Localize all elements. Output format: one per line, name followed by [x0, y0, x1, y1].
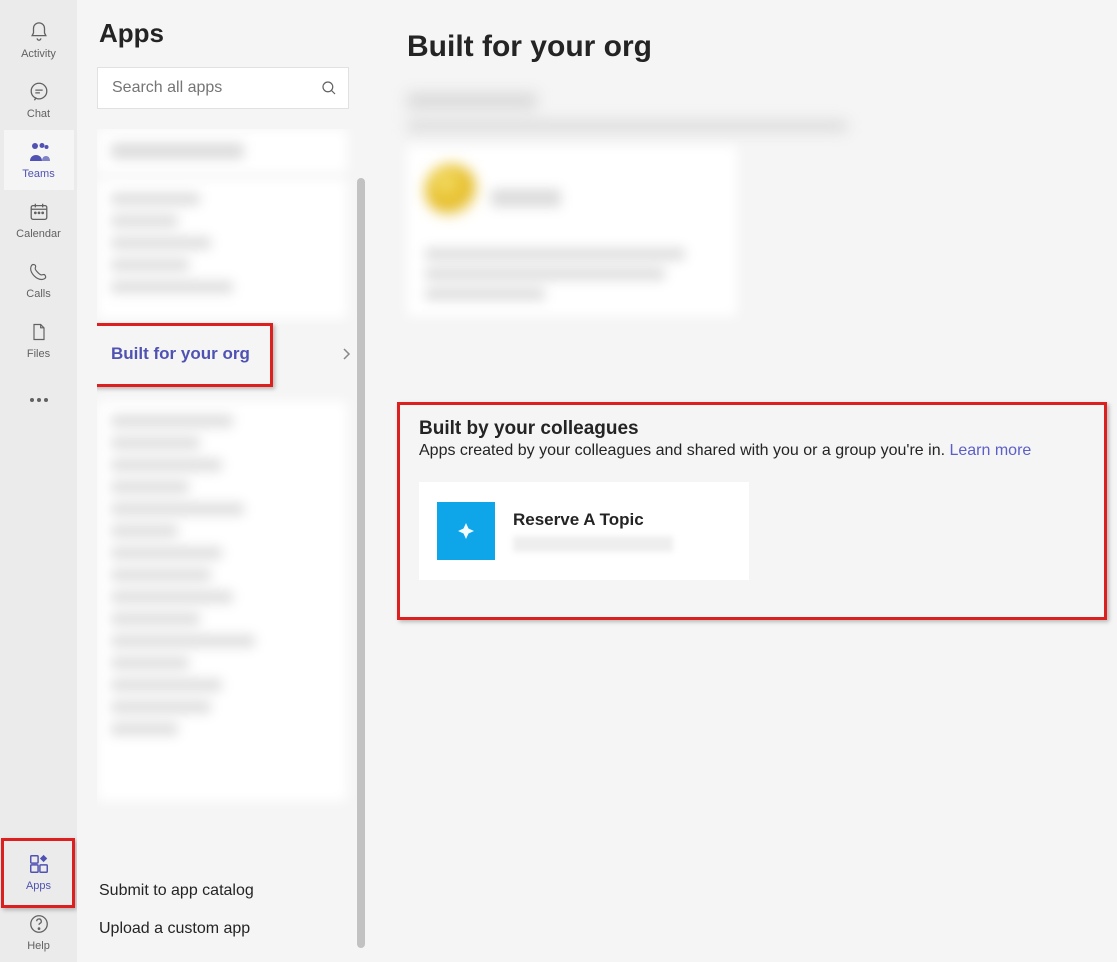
more-icon: [27, 388, 51, 412]
learn-more-link[interactable]: Learn more: [949, 442, 1031, 459]
chevron-right-icon: [341, 347, 351, 361]
apps-left-panel: Apps Built for your org: [77, 0, 367, 962]
app-name: Reserve A Topic: [513, 510, 673, 530]
bottom-actions: Submit to app catalog Upload a custom ap…: [97, 854, 367, 948]
section-subtitle: Apps created by your colleagues and shar…: [419, 442, 1095, 460]
file-icon: [27, 320, 51, 344]
scrollbar-thumb[interactable]: [357, 178, 365, 948]
panel-title: Apps: [97, 18, 367, 49]
redacted-block: [97, 179, 347, 319]
rail-label: Calendar: [16, 228, 61, 240]
built-by-colleagues-section: Built by your colleagues Apps created by…: [407, 402, 1107, 620]
rail-label: Chat: [27, 108, 50, 120]
rail-item-files[interactable]: Files: [4, 310, 74, 370]
app-icon: [437, 502, 495, 560]
calendar-icon: [27, 200, 51, 224]
redacted-featured: [407, 92, 877, 352]
search-input-wrap[interactable]: [97, 67, 349, 109]
rail-item-chat[interactable]: Chat: [4, 70, 74, 130]
rail-label: Files: [27, 348, 50, 360]
phone-icon: [27, 260, 51, 284]
main-content: Built for your org Built by your colleag…: [367, 0, 1117, 962]
rail-item-more[interactable]: [4, 370, 74, 430]
apps-icon: [27, 852, 51, 876]
rail-item-teams[interactable]: Teams: [4, 130, 74, 190]
bell-icon: [27, 20, 51, 44]
rail-item-calendar[interactable]: Calendar: [4, 190, 74, 250]
rail-label: Apps: [26, 880, 51, 892]
submit-to-catalog-link[interactable]: Submit to app catalog: [97, 872, 367, 910]
upload-custom-app-link[interactable]: Upload a custom app: [97, 910, 367, 948]
search-icon: [320, 79, 338, 97]
category-list: Built for your org: [97, 129, 367, 854]
rail-label: Activity: [21, 48, 56, 60]
teams-icon: [27, 140, 51, 164]
redacted-block: [97, 401, 347, 801]
rail-label: Teams: [22, 168, 54, 180]
scrollbar[interactable]: [355, 178, 367, 948]
rail-label: Calls: [26, 288, 50, 300]
category-built-for-org[interactable]: Built for your org: [97, 325, 367, 383]
help-icon: [27, 912, 51, 936]
redacted-block: [97, 129, 347, 173]
category-label: Built for your org: [111, 344, 250, 364]
rail-item-apps[interactable]: Apps: [4, 842, 74, 902]
section-title: Built by your colleagues: [419, 418, 1095, 440]
chat-icon: [27, 80, 51, 104]
rail-item-calls[interactable]: Calls: [4, 250, 74, 310]
page-title: Built for your org: [407, 30, 1107, 64]
redacted-text: [513, 536, 673, 552]
app-card-reserve-topic[interactable]: Reserve A Topic: [419, 482, 749, 580]
rail-label: Help: [27, 940, 50, 952]
app-meta: Reserve A Topic: [513, 510, 673, 552]
rail-item-help[interactable]: Help: [4, 902, 74, 962]
app-rail: Activity Chat Teams Calendar: [0, 0, 77, 962]
search-input[interactable]: [112, 79, 320, 97]
rail-item-activity[interactable]: Activity: [4, 10, 74, 70]
section-subtitle-text: Apps created by your colleagues and shar…: [419, 442, 949, 459]
